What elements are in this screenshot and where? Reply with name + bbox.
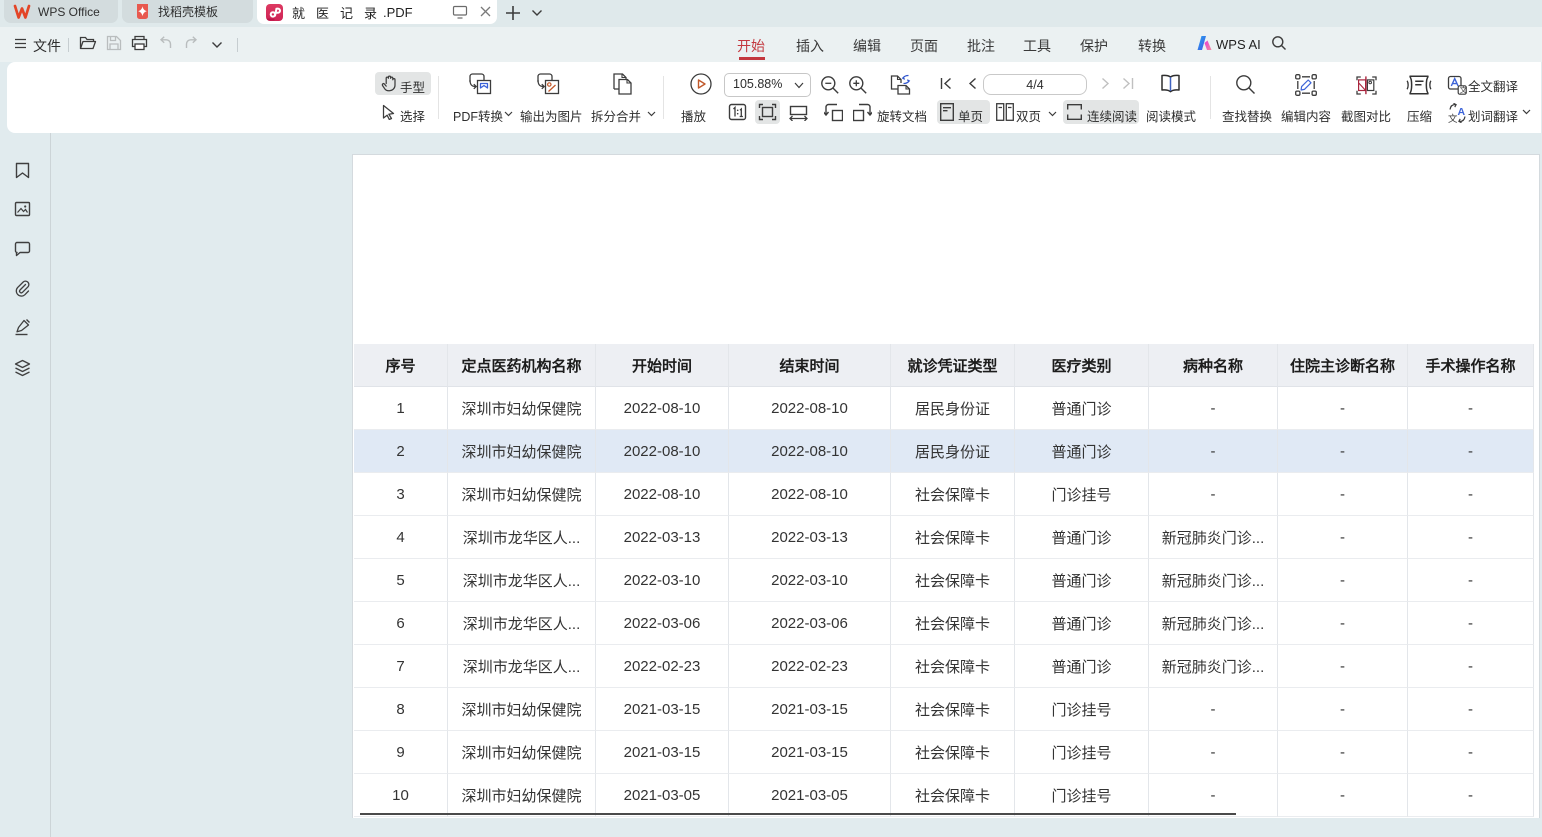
svg-text:A: A (1458, 106, 1466, 118)
svg-text:文: 文 (1460, 84, 1467, 94)
svg-text:文: 文 (1448, 113, 1458, 123)
